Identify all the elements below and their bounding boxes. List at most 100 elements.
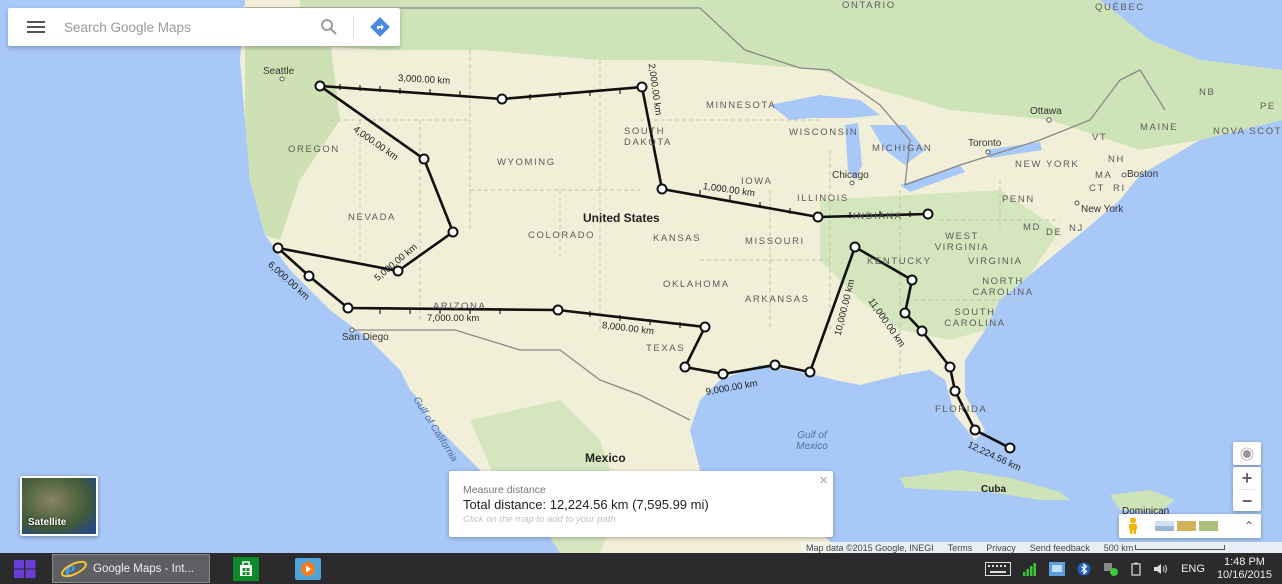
system-tray: ENG 1:48 PM 10/16/2015 bbox=[979, 553, 1282, 584]
double-chevron-up-icon[interactable]: ⌃ bbox=[1237, 519, 1261, 533]
region-label: NB bbox=[1199, 87, 1216, 98]
network-icon[interactable] bbox=[1103, 562, 1119, 576]
close-x-icon[interactable]: × bbox=[819, 472, 828, 489]
satellite-toggle[interactable]: Satellite bbox=[20, 476, 98, 536]
keyboard-icon[interactable] bbox=[985, 561, 1012, 576]
region-label: MICHIGAN bbox=[872, 143, 933, 154]
region-label: VIRGINIA bbox=[968, 256, 1023, 267]
directions-diamond-icon bbox=[370, 17, 390, 37]
region-label: TEXAS bbox=[646, 343, 686, 354]
clock[interactable]: 1:48 PM 10/16/2015 bbox=[1217, 556, 1272, 582]
windows-taskbar: e Google Maps - Int... ENG 1:48 PM 10/16… bbox=[0, 553, 1282, 584]
clock-date: 10/16/2015 bbox=[1216, 568, 1272, 581]
country-label: United States bbox=[583, 211, 660, 225]
region-label: ONTARIO bbox=[842, 0, 896, 11]
directions-button[interactable] bbox=[360, 8, 400, 46]
video-play-icon bbox=[295, 557, 321, 580]
taskbar-app-store[interactable] bbox=[218, 553, 274, 584]
country-label: Mexico bbox=[585, 451, 626, 465]
region-label: IOWA bbox=[741, 176, 773, 187]
map-data-text: Map data ©2015 Google, INEGI bbox=[806, 542, 934, 553]
windows-logo-icon bbox=[14, 559, 36, 578]
region-label: INDIANA bbox=[853, 211, 903, 222]
city-label: New York bbox=[1081, 204, 1124, 215]
menu-button[interactable] bbox=[8, 8, 64, 46]
city-label: Chicago bbox=[832, 170, 869, 181]
region-label: PENN bbox=[1002, 194, 1035, 205]
region-label: ARKANSAS bbox=[745, 294, 810, 305]
store-bag-icon bbox=[233, 556, 259, 581]
region-label: OREGON bbox=[288, 144, 340, 155]
region-label: NJ bbox=[1069, 223, 1084, 234]
volume-icon[interactable] bbox=[1153, 562, 1169, 576]
my-location-button[interactable] bbox=[1233, 442, 1261, 465]
region-label: MAINE bbox=[1140, 122, 1179, 133]
taskbar-app-media[interactable] bbox=[280, 553, 336, 584]
city-label: Ottawa bbox=[1030, 106, 1062, 117]
search-input[interactable] bbox=[64, 8, 311, 46]
search-button[interactable] bbox=[311, 8, 347, 46]
measure-total: Total distance: 12,224.56 km (7,595.99 m… bbox=[463, 497, 709, 512]
region-label: RI bbox=[1113, 183, 1126, 194]
privacy-link[interactable]: Privacy bbox=[986, 543, 1016, 553]
region-label: SOUTH CAROLINA bbox=[944, 307, 1006, 329]
region-label: NORTH CAROLINA bbox=[972, 276, 1034, 298]
battery-icon[interactable] bbox=[1131, 562, 1141, 576]
imagery-bar: ⌃ bbox=[1119, 514, 1261, 538]
region-label: KANSAS bbox=[653, 233, 702, 244]
region-label: NH bbox=[1108, 154, 1125, 165]
city-label: Toronto bbox=[968, 138, 1002, 149]
language-indicator[interactable]: ENG bbox=[1181, 563, 1205, 575]
zoom-out-button[interactable]: − bbox=[1233, 490, 1261, 512]
satellite-label: Satellite bbox=[28, 517, 67, 528]
feedback-link[interactable]: Send feedback bbox=[1030, 543, 1090, 553]
imagery-thumb-1[interactable] bbox=[1155, 521, 1174, 531]
region-label: COLORADO bbox=[528, 230, 596, 241]
scale-bar bbox=[1135, 545, 1226, 550]
region-label: ARIZONA bbox=[433, 301, 487, 312]
region-label: VT bbox=[1092, 132, 1108, 143]
region-label: FLORIDA bbox=[935, 404, 988, 415]
imagery-thumb-3[interactable] bbox=[1199, 521, 1218, 531]
region-label: QUÉBEC bbox=[1095, 2, 1145, 13]
bluetooth-icon[interactable] bbox=[1077, 562, 1091, 576]
signal-strength-icon[interactable] bbox=[1023, 562, 1037, 576]
country-label: Cuba bbox=[981, 484, 1006, 495]
water-label: Gulf of Mexico bbox=[796, 430, 828, 452]
city-label: Seattle bbox=[263, 66, 295, 77]
start-button[interactable] bbox=[0, 553, 50, 584]
svg-text:e: e bbox=[65, 557, 76, 582]
region-label: MD bbox=[1023, 222, 1041, 233]
measure-hint: Click on the map to add to your path bbox=[463, 514, 616, 525]
internet-explorer-icon: e bbox=[61, 557, 87, 582]
search-divider bbox=[353, 16, 354, 38]
measure-title: Measure distance bbox=[463, 484, 546, 496]
pegman-button[interactable] bbox=[1119, 514, 1147, 538]
my-location-icon bbox=[1240, 447, 1254, 460]
region-label: MINNESOTA bbox=[706, 100, 777, 111]
attribution-bar: Map data ©2015 Google, INEGI Terms Priva… bbox=[802, 542, 1282, 553]
zoom-in-button[interactable]: + bbox=[1233, 467, 1261, 489]
taskbar-window-title: Google Maps - Int... bbox=[93, 562, 194, 575]
pegman-icon bbox=[1129, 517, 1137, 534]
region-label: CT bbox=[1089, 183, 1105, 194]
region-label: SOUTH DAKOTA bbox=[624, 126, 672, 148]
region-label: WYOMING bbox=[497, 157, 556, 168]
region-label: NEVADA bbox=[348, 212, 396, 223]
region-label: NEW YORK bbox=[1015, 159, 1080, 170]
hamburger-menu-icon bbox=[27, 26, 45, 28]
region-label: ILLINOIS bbox=[797, 193, 849, 204]
scale-label[interactable]: 500 km bbox=[1104, 543, 1134, 553]
display-icon[interactable] bbox=[1049, 561, 1066, 576]
magnifier-icon bbox=[321, 19, 337, 35]
city-label: San Diego bbox=[342, 332, 389, 343]
distance-marker: 7,000.00 km bbox=[427, 313, 480, 324]
terms-link[interactable]: Terms bbox=[948, 543, 973, 553]
region-label: WEST VIRGINIA bbox=[934, 231, 990, 253]
measure-distance-card: Measure distance Total distance: 12,224.… bbox=[449, 471, 833, 537]
region-label: OKLAHOMA bbox=[663, 279, 730, 290]
region-label: KENTUCKY bbox=[867, 256, 932, 267]
region-label: WISCONSIN bbox=[789, 127, 859, 138]
taskbar-window-ie[interactable]: e Google Maps - Int... bbox=[52, 554, 210, 583]
imagery-thumb-2[interactable] bbox=[1177, 521, 1196, 531]
